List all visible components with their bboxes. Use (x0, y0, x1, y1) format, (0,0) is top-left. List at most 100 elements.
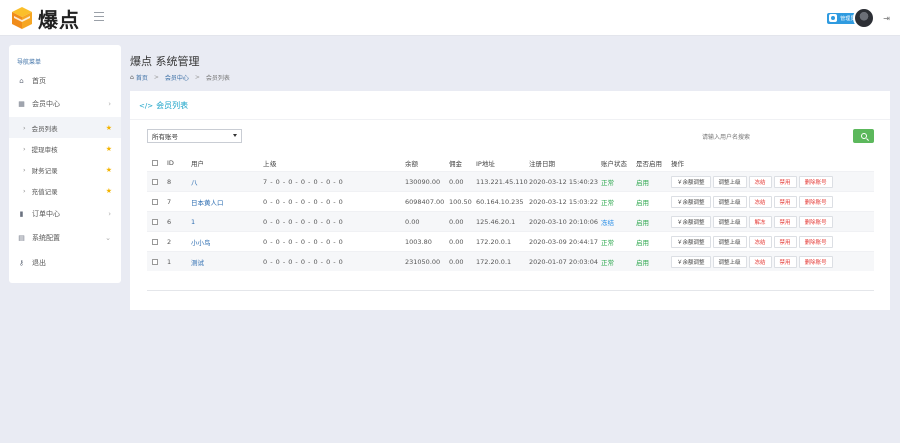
cell-enabled: 启用 (636, 218, 649, 227)
row-checkbox[interactable] (152, 212, 158, 231)
filter-selected-value: 所有账号 (152, 133, 178, 141)
chevron-right-icon: › (108, 209, 111, 218)
row-checkbox[interactable] (152, 192, 158, 211)
sidebar-item-label: 退出 (32, 258, 46, 267)
chevron-right-icon: › (23, 144, 26, 153)
chevron-down-icon: ⌄ (105, 233, 111, 242)
logo-cube-icon (10, 6, 34, 30)
delete-account-button[interactable]: 删除账号 (798, 215, 833, 228)
cell-status: 正常 (601, 258, 614, 267)
cell-ip: 60.164.10.235 (476, 197, 524, 206)
breadcrumb: ⌂ 首页 > 会员中心 > 会员列表 (130, 73, 230, 82)
top-bar: 爆点 管理员 ⇥ (0, 0, 900, 36)
adjust-balance-button[interactable]: ￥余额调整 (671, 235, 711, 248)
sidebar-item-member-list[interactable]: › 会员列表 ★ (9, 117, 121, 138)
menu-toggle-icon[interactable] (94, 12, 104, 22)
freeze-button[interactable]: 冻结 (748, 175, 772, 188)
sidebar-item-finance-records[interactable]: › 财务记录 ★ (9, 159, 121, 180)
col-parent: 上级 (263, 159, 277, 168)
table-header: ID 用户 上级 余额 佣金 IP地址 注册日期 账户状态 是否启用 操作 (147, 154, 874, 171)
sidebar-item-logout[interactable]: ⚷ 退出 (9, 252, 121, 273)
breadcrumb-home[interactable]: 首页 (136, 73, 148, 82)
cell-id: 8 (167, 177, 172, 186)
sidebar-item-label: 提现审核 (31, 145, 58, 154)
sidebar-item-withdraw-review[interactable]: › 提现审核 ★ (9, 138, 121, 159)
sidebar-item-label: 系统配置 (32, 233, 60, 242)
adjust-parent-button[interactable]: 调整上级 (712, 175, 747, 188)
cell-balance: 1003.80 (405, 237, 432, 246)
disable-button[interactable]: 禁用 (773, 175, 797, 188)
sidebar-item-system-config[interactable]: ▤ 系统配置 ⌄ (9, 227, 121, 248)
freeze-button[interactable]: 冻结 (748, 195, 772, 208)
cell-user-link[interactable]: 日本黄人口 (191, 192, 224, 211)
cell-id: 6 (167, 217, 172, 226)
cell-user-link[interactable]: 小小鸟 (191, 232, 211, 251)
adjust-parent-button[interactable]: 调整上级 (712, 195, 747, 208)
unfreeze-button[interactable]: 解冻 (748, 215, 772, 228)
cell-ip: 172.20.0.1 (476, 237, 512, 246)
delete-account-button[interactable]: 删除账号 (798, 195, 833, 208)
disable-button[interactable]: 禁用 (773, 235, 797, 248)
search-input[interactable]: 请输入用户名搜索 (698, 129, 848, 143)
star-icon: ★ (105, 186, 112, 195)
cell-parent: 0 - 0 - 0 - 0 - 0 - 0 - 0 (263, 197, 344, 206)
sidebar-item-label: 会员列表 (31, 124, 58, 133)
cell-user-link[interactable]: 1 (191, 212, 195, 231)
table-row: 6 1 0 - 0 - 0 - 0 - 0 - 0 - 0 0.00 0.00 … (147, 211, 874, 231)
adjust-balance-button[interactable]: ￥余额调整 (671, 175, 711, 188)
cell-date: 2020-01-07 20:03:04 (529, 257, 599, 266)
cell-date: 2020-03-09 20:44:17 (529, 237, 599, 246)
col-actions: 操作 (671, 159, 684, 168)
disable-button[interactable]: 禁用 (773, 255, 797, 268)
delete-account-button[interactable]: 删除账号 (798, 235, 833, 248)
adjust-balance-button[interactable]: ￥余额调整 (671, 215, 711, 228)
breadcrumb-separator: > (153, 74, 159, 81)
cell-user-link[interactable]: 八 (191, 172, 198, 191)
adjust-parent-button[interactable]: 调整上级 (712, 235, 747, 248)
logout-icon[interactable]: ⇥ (883, 14, 890, 23)
cell-enabled: 启用 (636, 258, 649, 267)
adjust-parent-button[interactable]: 调整上级 (712, 255, 747, 268)
row-checkbox[interactable] (152, 172, 158, 191)
cell-enabled: 启用 (636, 238, 649, 247)
row-checkbox[interactable] (152, 252, 158, 271)
row-checkbox[interactable] (152, 232, 158, 251)
cell-status: 正常 (601, 198, 614, 207)
select-all-checkbox[interactable] (152, 154, 158, 171)
cell-date: 2020-03-12 15:40:23 (529, 177, 599, 186)
sidebar-item-label: 首页 (32, 76, 46, 85)
search-button[interactable] (853, 129, 874, 143)
sidebar-heading: 导航菜单 (17, 59, 42, 66)
avatar[interactable] (853, 7, 876, 29)
cell-ip: 113.221.45.110 (476, 177, 528, 186)
delete-account-button[interactable]: 删除账号 (798, 255, 833, 268)
breadcrumb-current: 会员列表 (205, 75, 230, 82)
sidebar-item-home[interactable]: ⌂ 首页 (9, 70, 121, 91)
cell-balance: 0.00 (405, 217, 420, 226)
cell-user-link[interactable]: 测试 (191, 252, 204, 271)
breadcrumb-member-center[interactable]: 会员中心 (165, 73, 189, 82)
sidebar-item-recharge-records[interactable]: › 充值记录 ★ (9, 180, 121, 201)
cell-parent: 0 - 0 - 0 - 0 - 0 - 0 - 0 (263, 217, 344, 226)
cell-date: 2020-03-10 20:10:06 (529, 217, 599, 226)
user-type-icon (829, 14, 838, 22)
cell-id: 2 (167, 237, 172, 246)
disable-button[interactable]: 禁用 (773, 215, 797, 228)
delete-account-button[interactable]: 删除账号 (798, 175, 833, 188)
logo-text: 爆点 (38, 7, 80, 32)
freeze-button[interactable]: 冻结 (748, 235, 772, 248)
cell-status: 正常 (601, 238, 614, 247)
sidebar-item-order-center[interactable]: ▮ 订单中心 › (9, 203, 121, 224)
adjust-balance-button[interactable]: ￥余额调整 (671, 255, 711, 268)
star-icon: ★ (105, 165, 112, 174)
disable-button[interactable]: 禁用 (773, 195, 797, 208)
cell-parent: 0 - 0 - 0 - 0 - 0 - 0 - 0 (263, 257, 344, 266)
settings-icon: ▤ (18, 233, 25, 242)
logo[interactable]: 爆点 (10, 5, 80, 32)
adjust-balance-button[interactable]: ￥余额调整 (671, 195, 711, 208)
account-filter-select[interactable]: 所有账号 (147, 129, 242, 143)
cell-enabled: 启用 (636, 178, 649, 187)
sidebar-item-member-center[interactable]: ▦ 会员中心 › (9, 93, 121, 114)
adjust-parent-button[interactable]: 调整上级 (712, 215, 747, 228)
freeze-button[interactable]: 冻结 (748, 255, 772, 268)
